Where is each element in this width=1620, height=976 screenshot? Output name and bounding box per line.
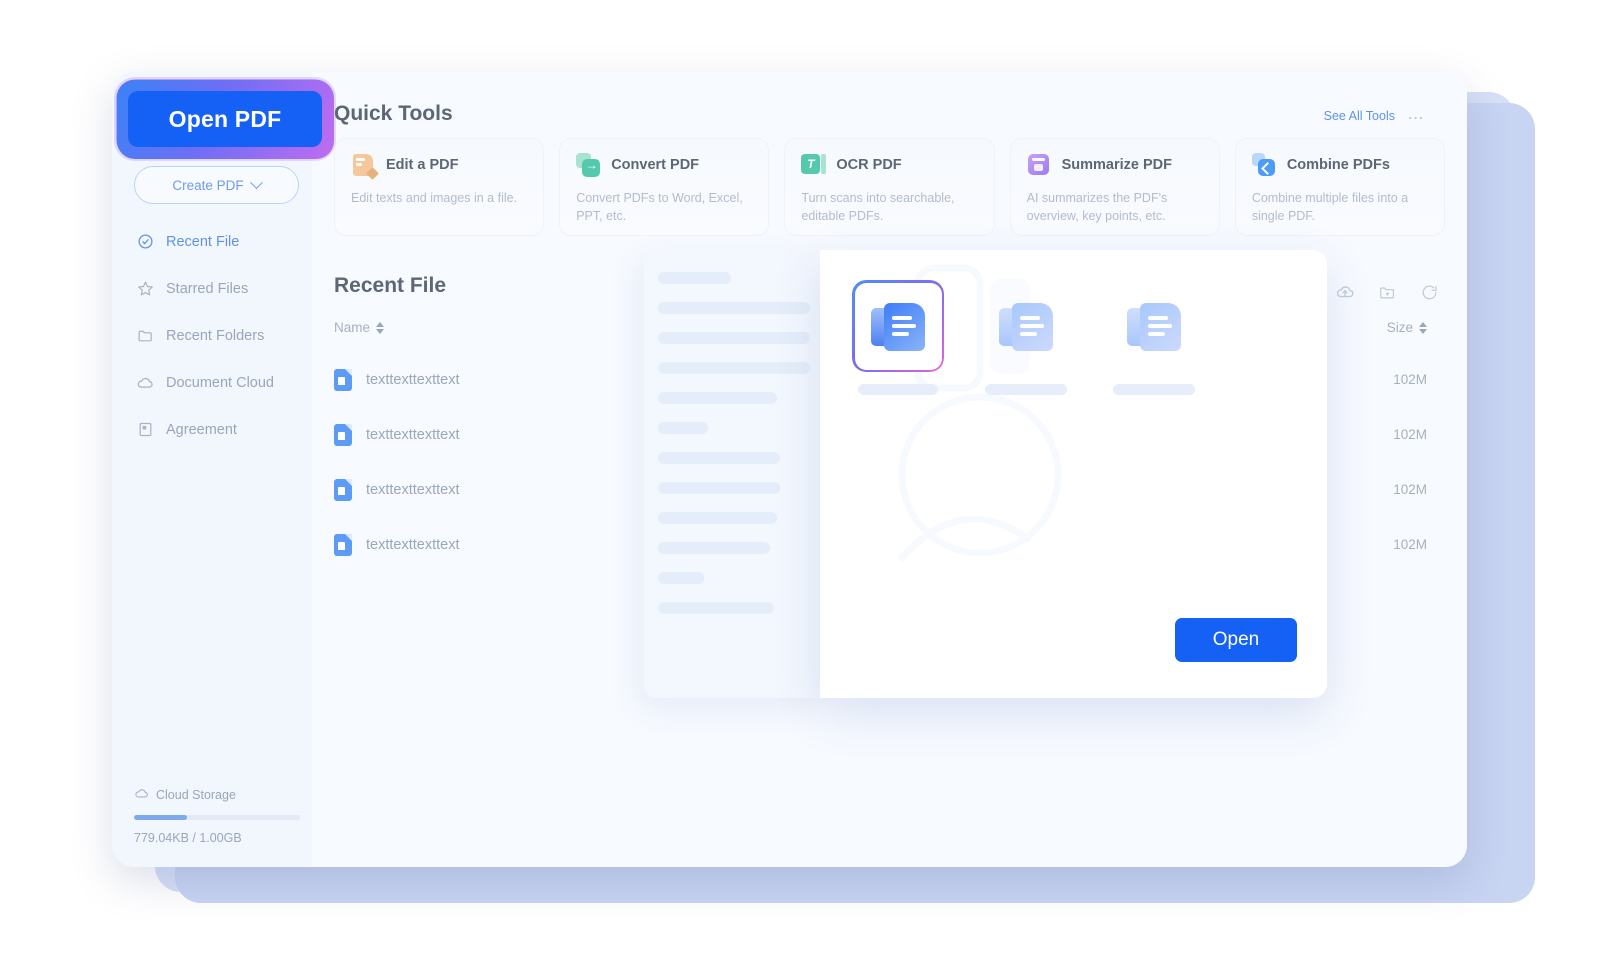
storage-usage-text: 779.04KB / 1.00GB — [134, 831, 242, 845]
file-size: 102M — [1393, 427, 1427, 442]
pdf-file-icon — [334, 368, 352, 391]
file-thumbnail-list — [852, 280, 1200, 395]
quick-tool-card-combine-pdfs[interactable]: Combine PDFs Combine multiple files into… — [1234, 138, 1446, 236]
quick-tool-card-edit-a-pdf[interactable]: Edit a PDF Edit texts and images in a fi… — [334, 138, 545, 236]
column-header-size-label: Size — [1386, 320, 1413, 335]
document-stack-icon — [1127, 299, 1181, 353]
document-stack-icon — [871, 299, 925, 353]
file-thumbnail-box[interactable] — [980, 280, 1072, 372]
document-stack-icon — [999, 299, 1053, 353]
file-thumbnail-3[interactable] — [1108, 280, 1200, 395]
quick-tool-desc: AI summarizes the PDF's overview, key po… — [1026, 191, 1168, 224]
cloud-storage-widget: Cloud Storage 779.04KB / 1.00GB — [134, 786, 300, 845]
sidebar-item-starred-files[interactable]: Starred Files — [112, 265, 312, 312]
edit-pdf-icon — [351, 153, 379, 180]
cloud-icon — [134, 786, 149, 804]
clock-check-icon — [136, 233, 154, 251]
summarize-pdf-icon — [1027, 153, 1051, 177]
sort-toggle-icon[interactable] — [1419, 321, 1427, 334]
quick-tools-list: Edit a PDF Edit texts and images in a fi… — [334, 138, 1446, 236]
file-size: 102M — [1393, 372, 1427, 387]
file-thumbnail-1[interactable] — [852, 280, 944, 395]
sidebar-item-agreement[interactable]: Agreement — [112, 406, 312, 453]
pdf-file-icon — [334, 533, 352, 556]
document-icon — [136, 421, 154, 439]
main-content: Quick Tools See All Tools ⋯ Edit a PDF E… — [312, 72, 1467, 867]
file-size: 102M — [1393, 482, 1427, 497]
sidebar-item-label: Document Cloud — [166, 374, 274, 391]
quick-tool-desc: Edit texts and images in a file. — [351, 191, 518, 205]
open-button[interactable]: Open — [1175, 618, 1297, 662]
quick-tool-title: Edit a PDF — [386, 157, 459, 173]
quick-tool-title: Convert PDF — [611, 157, 700, 173]
sidebar-item-label: Agreement — [166, 421, 237, 438]
pdf-file-icon — [334, 478, 352, 501]
cloud-icon — [136, 374, 154, 392]
ocr-pdf-icon: T — [801, 153, 827, 177]
quick-tool-desc: Convert PDFs to Word, Excel, PPT, etc. — [576, 191, 743, 224]
screenshot-root: Open PDF Create PDF Recent File Starred … — [0, 0, 1620, 976]
see-all-tools-link[interactable]: See All Tools — [1324, 109, 1395, 123]
sidebar: Open PDF Create PDF Recent File Starred … — [112, 72, 334, 867]
quick-tool-desc: Combine multiple files into a single PDF… — [1251, 191, 1409, 224]
file-thumbnail-label-placeholder — [1113, 384, 1195, 395]
quick-tool-desc: Turn scans into searchable, editable PDF… — [801, 191, 955, 224]
loading-skeleton-panel — [644, 250, 824, 698]
open-file-dialog: Open — [820, 250, 1327, 698]
column-header-name[interactable]: Name — [334, 320, 385, 335]
sidebar-item-label: Recent Folders — [166, 327, 265, 344]
quick-tool-title: Summarize PDF — [1061, 157, 1173, 173]
convert-pdf-icon — [576, 153, 601, 177]
storage-progress-fill — [134, 815, 188, 820]
column-header-name-label: Name — [334, 320, 371, 335]
storage-progress-bar — [134, 815, 300, 820]
quick-tool-card-ocr-pdf[interactable]: T OCR PDF Turn scans into searchable, ed… — [784, 138, 995, 236]
create-pdf-label: Create PDF — [172, 177, 244, 193]
quick-tool-title: OCR PDF — [836, 157, 902, 173]
file-thumbnail-box[interactable] — [1108, 280, 1200, 372]
star-icon — [136, 280, 154, 298]
quick-tool-card-convert-pdf[interactable]: Convert PDF Convert PDFs to Word, Excel,… — [559, 138, 770, 236]
sidebar-item-label: Recent File — [166, 233, 240, 250]
quick-tool-card-summarize-pdf[interactable]: Summarize PDF AI summarizes the PDF's ov… — [1009, 138, 1220, 236]
refresh-icon[interactable] — [1419, 282, 1439, 302]
sidebar-item-recent-file[interactable]: Recent File — [112, 218, 312, 265]
sidebar-item-label: Starred Files — [166, 280, 249, 297]
file-thumbnail-box[interactable] — [852, 280, 944, 372]
open-pdf-button[interactable]: Open PDF — [128, 91, 322, 147]
app-window: Open PDF Create PDF Recent File Starred … — [112, 72, 1467, 867]
sidebar-nav: Recent File Starred Files Recent Folders… — [112, 218, 312, 453]
file-thumbnail-label-placeholder — [858, 384, 938, 395]
cloud-storage-label: Cloud Storage — [156, 788, 236, 802]
quick-tools-heading: Quick Tools — [334, 102, 453, 125]
recent-file-heading: Recent File — [334, 274, 447, 297]
sort-toggle-icon[interactable] — [376, 321, 385, 334]
sidebar-item-document-cloud[interactable]: Document Cloud — [112, 359, 312, 406]
more-options-icon[interactable]: ⋯ — [1408, 108, 1425, 128]
sidebar-item-recent-folders[interactable]: Recent Folders — [112, 312, 312, 359]
quick-tool-title: Combine PDFs — [1286, 157, 1390, 173]
cloud-storage-header: Cloud Storage — [134, 786, 300, 804]
file-thumbnail-label-placeholder — [985, 384, 1067, 395]
file-size: 102M — [1393, 537, 1427, 552]
cloud-upload-icon[interactable] — [1335, 282, 1355, 302]
combine-pdfs-icon — [1251, 153, 1276, 177]
open-pdf-highlight-ring: Open PDF — [116, 79, 334, 159]
file-thumbnail-2[interactable] — [980, 280, 1072, 395]
folder-icon — [136, 327, 154, 345]
new-folder-icon[interactable] — [1377, 282, 1397, 302]
pdf-file-icon — [334, 423, 352, 446]
column-header-size[interactable]: Size — [1387, 320, 1427, 335]
create-pdf-button[interactable]: Create PDF — [134, 166, 299, 204]
chevron-down-icon — [249, 175, 263, 189]
